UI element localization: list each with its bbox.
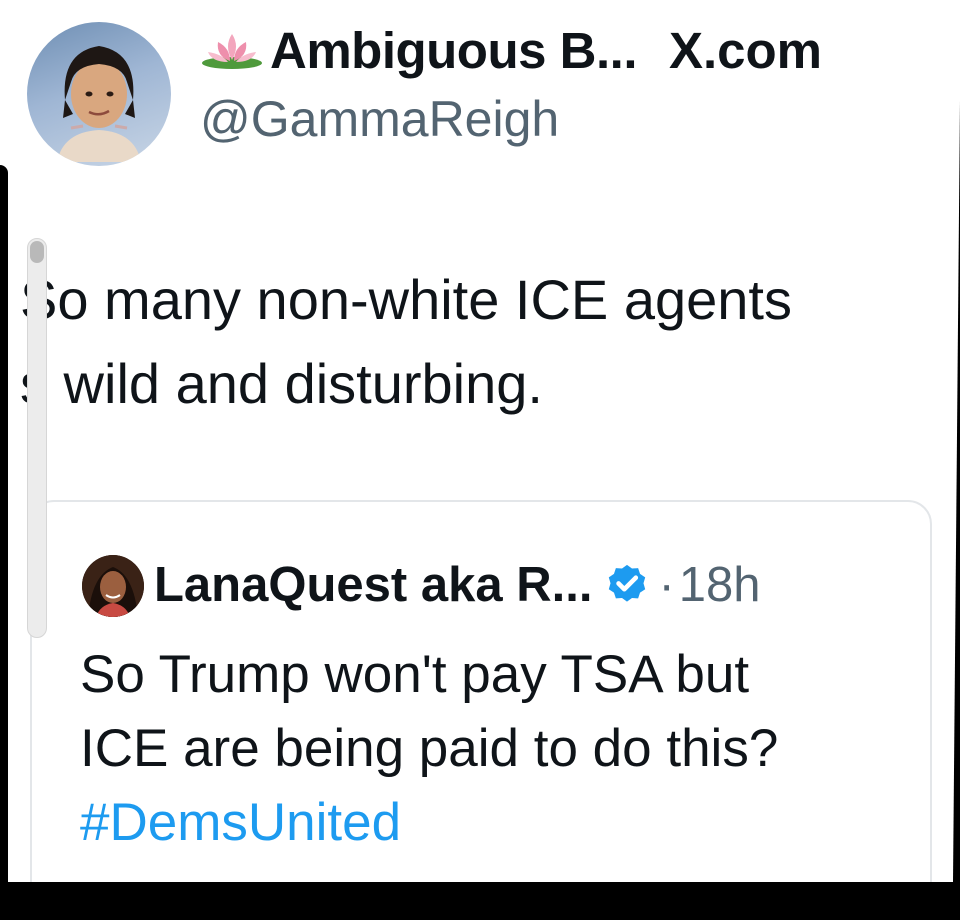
tweet-text: So many non-white ICE agents s wild and …	[20, 258, 920, 426]
author-avatar-image	[57, 46, 141, 162]
site-label: X.com	[668, 21, 823, 79]
tweet-text-line: s wild and disturbing.	[20, 352, 543, 415]
quoted-author-name[interactable]: LanaQuest aka R...	[154, 557, 592, 613]
lotus-icon	[202, 34, 262, 69]
scrollbar[interactable]	[27, 238, 47, 638]
quoted-author-avatar[interactable]	[82, 555, 144, 617]
quoted-author-row: LanaQuest aka R... · 18h	[154, 550, 761, 620]
author-avatar[interactable]	[27, 22, 171, 166]
scrollbar-thumb[interactable]	[30, 241, 44, 263]
hashtag-link[interactable]: #DemsUnited	[80, 786, 920, 860]
author-display-name[interactable]: Ambiguous B...	[270, 21, 637, 80]
verified-badge-icon	[609, 564, 646, 602]
tweet-screenshot-sheet: Ambiguous B... X.com @GammaReigh So many…	[0, 0, 960, 882]
quoted-text-line: ICE are being paid to do this?	[80, 719, 779, 778]
tweet-text-line: So many non-white ICE agents	[20, 268, 792, 331]
quoted-text-line: So Trump won't pay TSA but	[80, 645, 750, 704]
author-handle[interactable]: @GammaReigh	[200, 90, 559, 148]
screen-edge	[0, 165, 8, 882]
quoted-timestamp[interactable]: 18h	[679, 557, 761, 613]
quoted-author-avatar-image	[82, 555, 144, 617]
quoted-tweet-text: So Trump won't pay TSA but ICE are being…	[80, 638, 920, 860]
quoted-separator: ·	[658, 558, 675, 612]
author-name-row: Ambiguous B... X.com	[200, 20, 822, 80]
